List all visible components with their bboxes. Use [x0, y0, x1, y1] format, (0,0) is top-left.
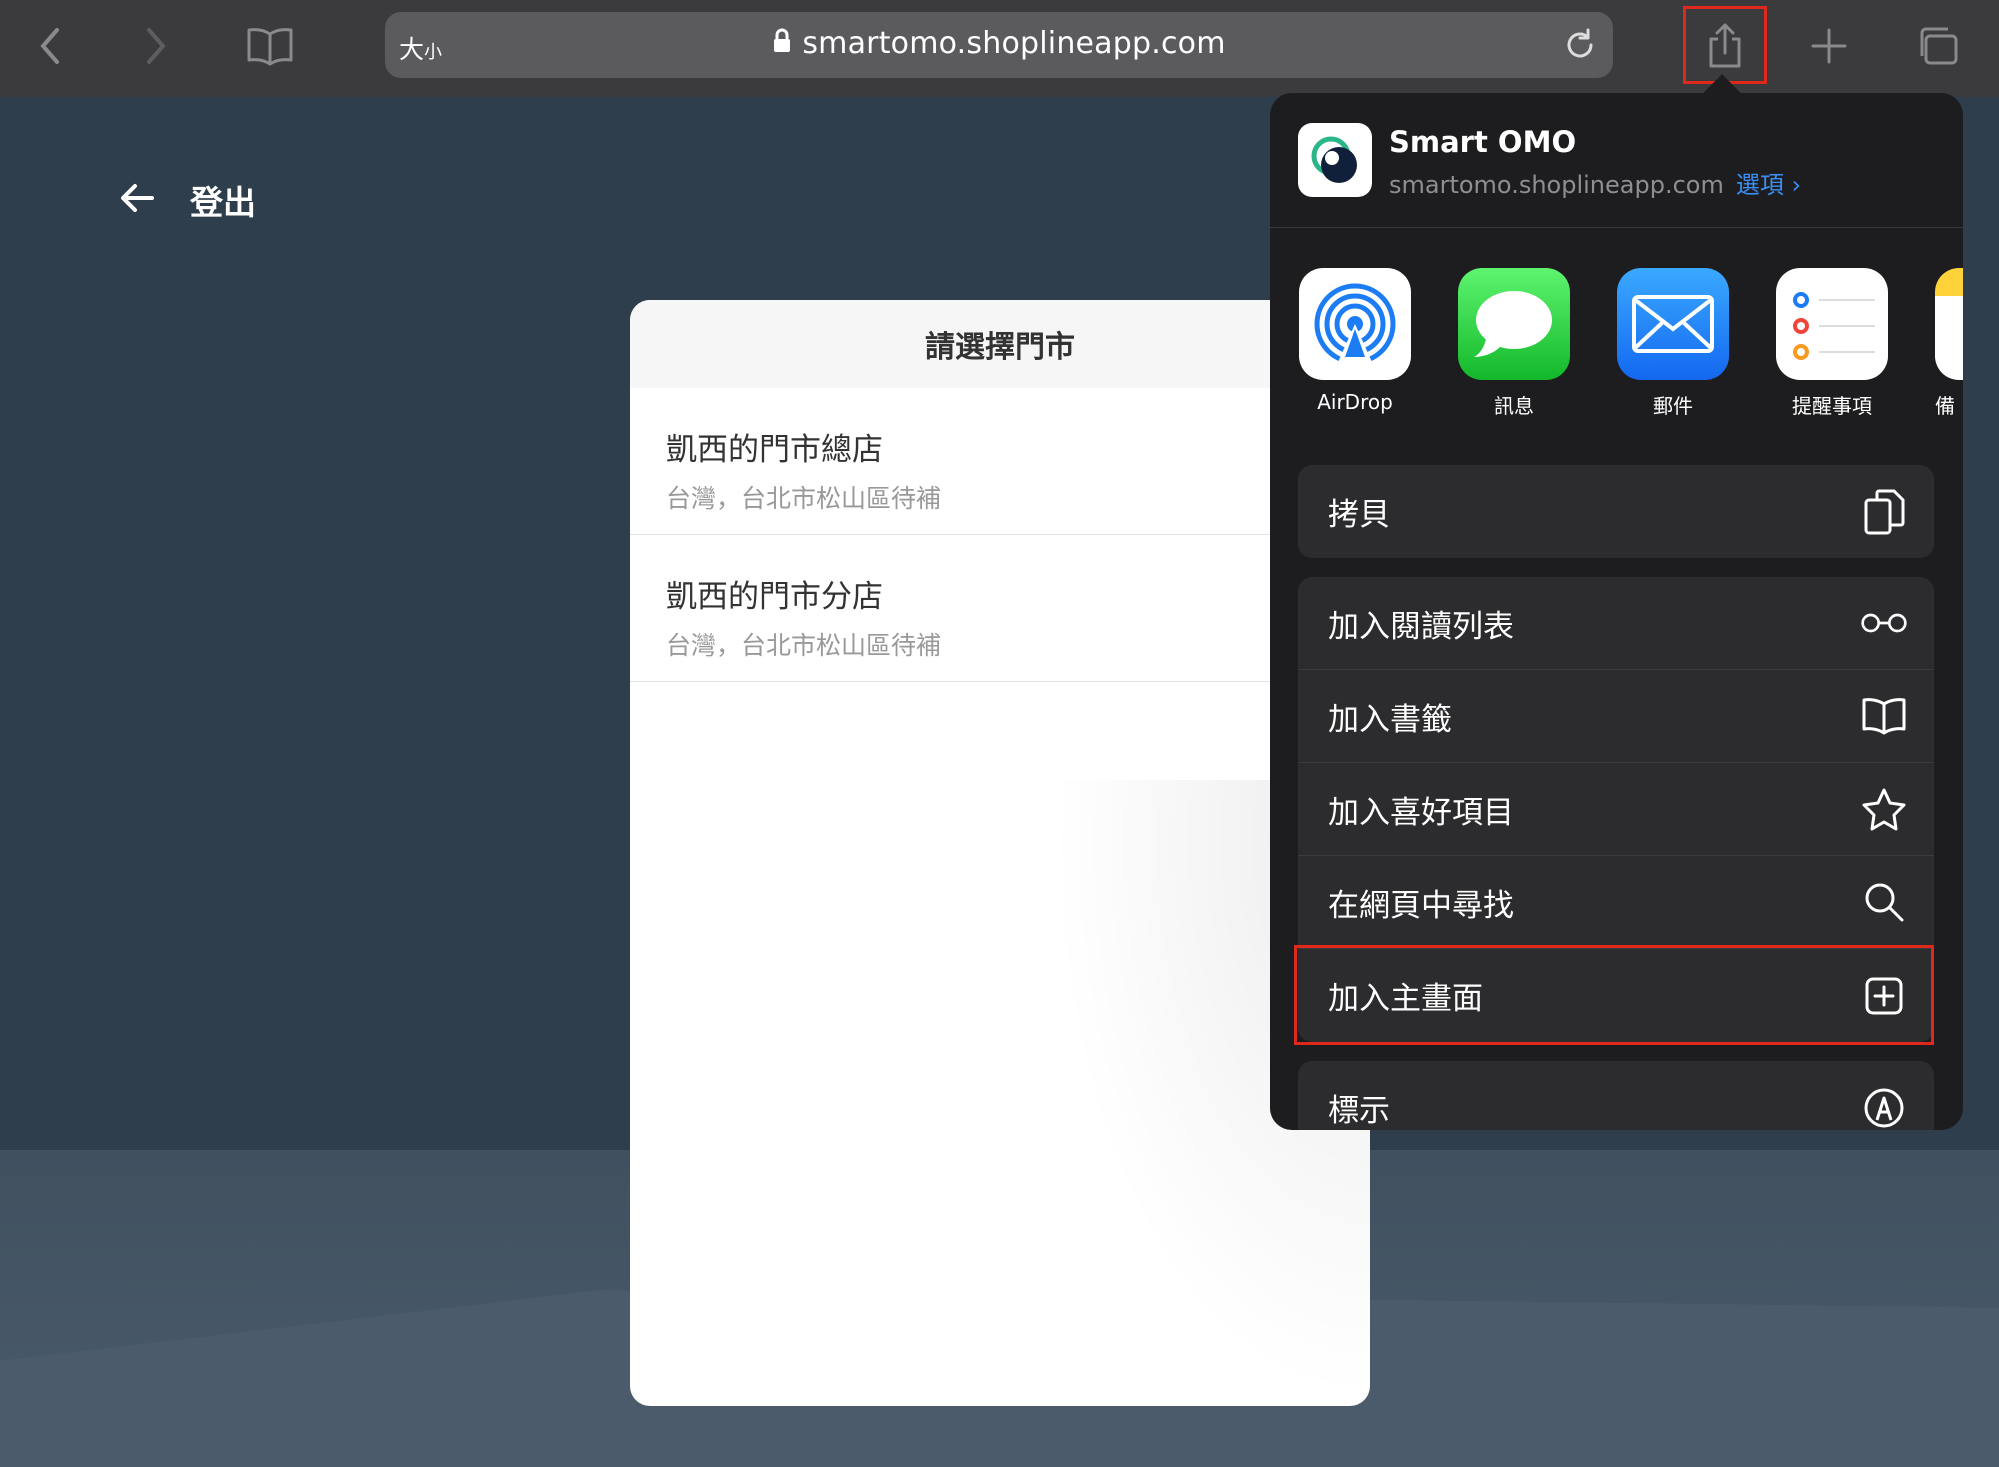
share-domain: smartomo.shoplineapp.com	[1389, 171, 1724, 199]
new-tab-icon[interactable]	[1799, 16, 1859, 76]
share-domain-row: smartomo.shoplineapp.com 選項 ›	[1389, 165, 1801, 200]
store-name: 凱西的門市總店	[666, 432, 883, 468]
card-title: 請選擇門市	[630, 300, 1370, 388]
store-selection-card: 請選擇門市 凱西的門市總店 台灣，台北市松山區待補 凱西的門市分店 台灣，台北市…	[630, 300, 1370, 1406]
action-copy[interactable]: 拷貝	[1298, 465, 1934, 558]
action-label: 加入閱讀列表	[1328, 608, 1514, 645]
action-label: 加入喜好項目	[1328, 794, 1514, 831]
share-apps-row: AirDrop 訊息 郵件 提醒事項 備	[1270, 228, 1963, 448]
notes-icon	[1935, 268, 1963, 380]
store-list-item[interactable]: 凱西的門市分店 台灣，台北市松山區待補	[630, 535, 1370, 682]
share-app-title: Smart OMO	[1389, 125, 1577, 159]
action-group-copy: 拷貝	[1298, 465, 1934, 558]
action-find-in-page[interactable]: 在網頁中尋找	[1298, 856, 1934, 949]
lock-icon	[772, 27, 792, 62]
book-icon	[1860, 692, 1908, 740]
back-chevron-icon[interactable]	[20, 16, 80, 76]
star-icon	[1860, 785, 1908, 833]
share-app-messages[interactable]: 訊息	[1458, 268, 1570, 419]
forward-chevron-icon[interactable]	[126, 16, 186, 76]
store-address: 台灣，台北市松山區待補	[666, 631, 942, 660]
share-app-label: 訊息	[1494, 394, 1534, 418]
share-app-mail[interactable]: 郵件	[1617, 268, 1729, 419]
action-add-bookmark[interactable]: 加入書籤	[1298, 670, 1934, 763]
url-text: smartomo.shoplineapp.com	[802, 26, 1226, 61]
glasses-icon	[1860, 599, 1908, 647]
share-app-label: AirDrop	[1317, 390, 1393, 414]
action-label: 標示	[1328, 1093, 1390, 1129]
address-bar[interactable]: 大小 smartomo.shoplineapp.com	[385, 12, 1613, 78]
action-label: 加入書籤	[1328, 701, 1452, 738]
share-app-label: 提醒事項	[1792, 394, 1872, 418]
reload-icon[interactable]	[1561, 26, 1599, 64]
mail-icon	[1617, 268, 1729, 380]
tabs-icon[interactable]	[1907, 16, 1967, 76]
share-app-airdrop[interactable]: AirDrop	[1299, 268, 1411, 414]
store-list-item[interactable]: 凱西的門市總店 台灣，台北市松山區待補	[630, 388, 1370, 535]
action-label: 拷貝	[1328, 497, 1390, 533]
options-link[interactable]: 選項 ›	[1736, 171, 1801, 199]
action-add-reading-list[interactable]: 加入閱讀列表	[1298, 577, 1934, 670]
action-group-markup: 標示	[1298, 1061, 1934, 1130]
share-button-highlight	[1683, 6, 1767, 84]
add-to-home-screen-highlight	[1294, 945, 1934, 1045]
action-add-favorite[interactable]: 加入喜好項目	[1298, 763, 1934, 856]
store-address: 台灣，台北市松山區待補	[666, 484, 942, 513]
copy-icon	[1860, 488, 1908, 536]
browser-toolbar: 大小 smartomo.shoplineapp.com	[0, 0, 1999, 97]
share-sheet-header: Smart OMO smartomo.shoplineapp.com 選項 ›	[1270, 93, 1963, 228]
share-app-label: 郵件	[1653, 394, 1693, 418]
share-app-label: 備	[1935, 394, 1955, 418]
reminders-icon	[1776, 268, 1888, 380]
action-label: 在網頁中尋找	[1328, 887, 1514, 924]
back-arrow-icon	[120, 183, 154, 217]
messages-icon	[1458, 268, 1570, 380]
bookmarks-icon[interactable]	[240, 16, 300, 76]
logout-back-button[interactable]: 登出	[120, 176, 256, 224]
action-markup[interactable]: 標示	[1298, 1061, 1934, 1130]
smart-omo-logo-icon	[1298, 123, 1372, 197]
share-app-reminders[interactable]: 提醒事項	[1776, 268, 1888, 419]
store-name: 凱西的門市分店	[666, 579, 883, 615]
markup-icon	[1860, 1084, 1908, 1131]
logout-label: 登出	[190, 183, 256, 222]
search-icon	[1860, 878, 1908, 926]
airdrop-icon	[1299, 268, 1411, 380]
share-app-notes[interactable]: 備	[1935, 268, 1963, 419]
url-display: smartomo.shoplineapp.com	[385, 26, 1613, 62]
